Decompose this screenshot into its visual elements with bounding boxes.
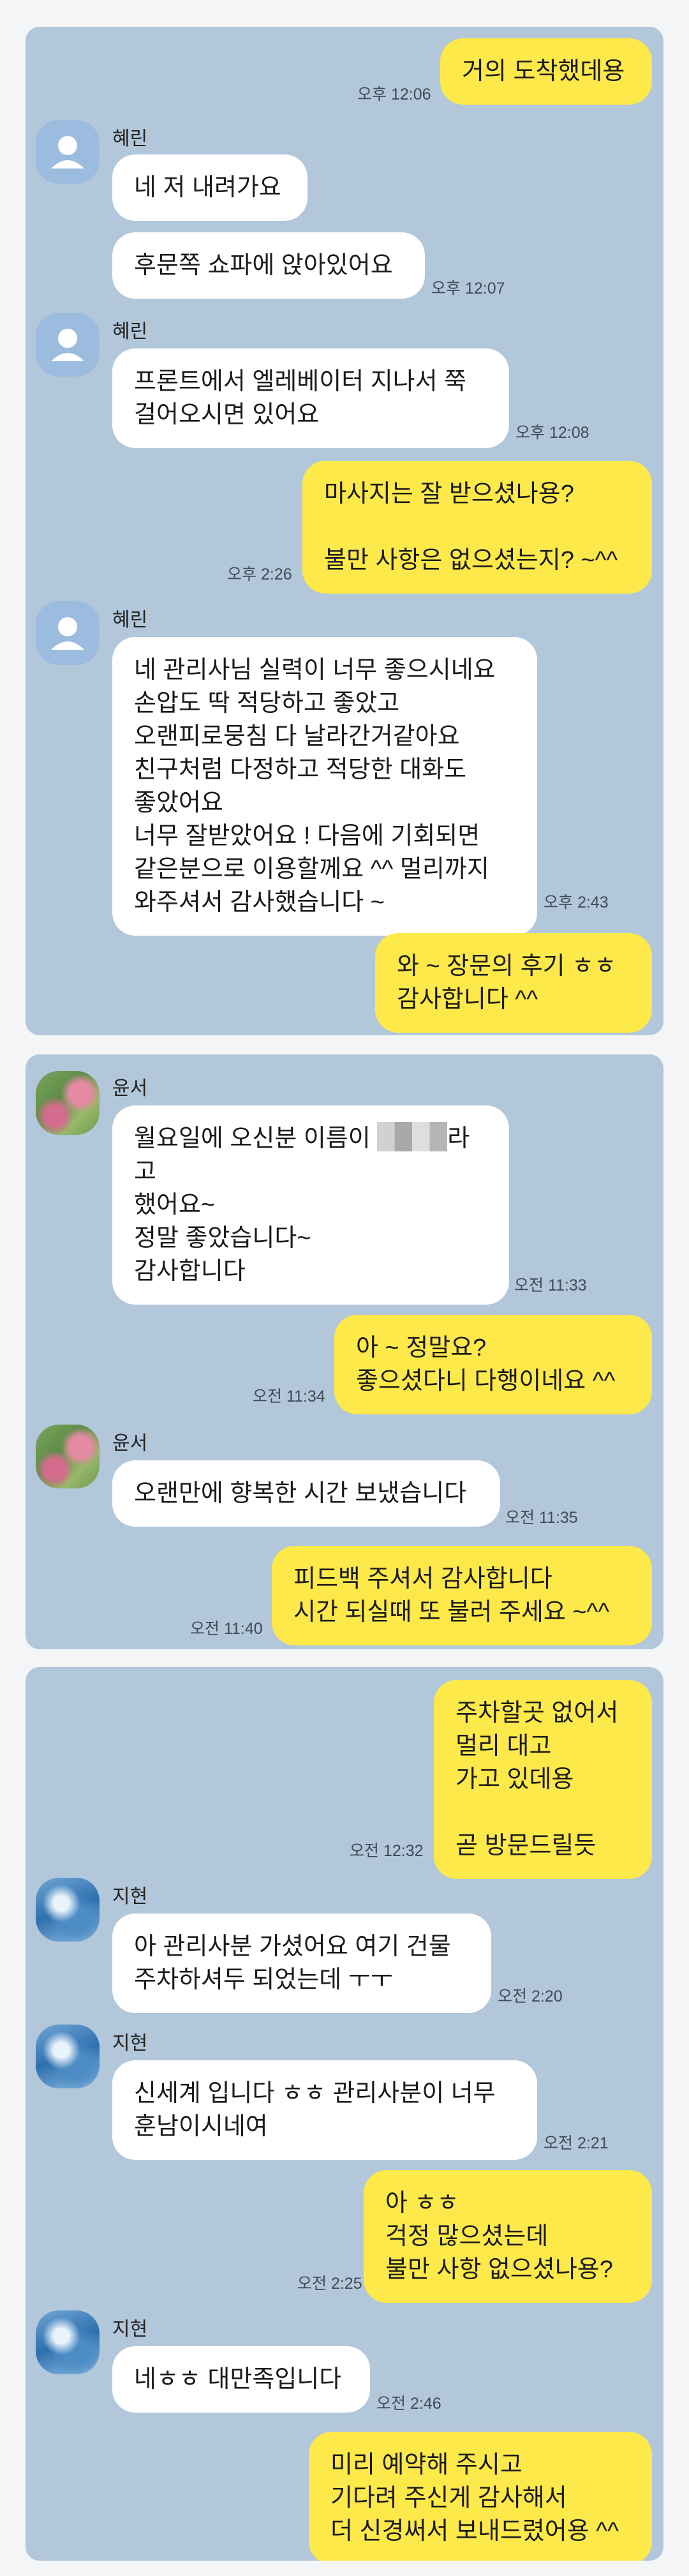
message-time: 오전 11:35 xyxy=(505,1509,578,1527)
sender-name: 지현 xyxy=(112,2319,148,2340)
sender-name: 윤서 xyxy=(112,1078,148,1099)
message-bubble-incoming[interactable]: 오랜만에 향복한 시간 보냈습니다 xyxy=(112,1460,500,1527)
message-bubble-outgoing[interactable]: 아 ~ 정말요? 좋으셨다니 다행이네요 ^^ xyxy=(334,1315,652,1414)
message-bubble-incoming[interactable]: 네 저 내려가요 xyxy=(112,154,307,221)
avatar[interactable] xyxy=(36,1425,100,1488)
person-icon xyxy=(51,617,84,650)
message-time: 오후 2:43 xyxy=(544,894,609,911)
message-bubble-incoming[interactable]: 월요일에 오신분 이름이 라고 했어요~ 정말 좋았습니다~ 감사합니다 xyxy=(112,1105,509,1305)
sender-name: 지현 xyxy=(112,2033,148,2054)
message-bubble-incoming[interactable]: 네 관리사님 실력이 너무 좋으시네요 손압도 딱 적당하고 좋았고 오랜피로뭉… xyxy=(112,637,537,936)
message-bubble-outgoing[interactable]: 와 ~ 장문의 후기 ㅎㅎ 감사합니다 ^^ xyxy=(375,933,652,1033)
message-time: 오전 11:33 xyxy=(514,1277,587,1294)
message-bubble-outgoing[interactable]: 피드백 주셔서 감사합니다 시간 되실때 또 불러 주세요 ~^^ xyxy=(272,1546,652,1645)
chat-panel-2: 윤서 월요일에 오신분 이름이 라고 했어요~ 정말 좋았습니다~ 감사합니다 … xyxy=(26,1054,663,1649)
message-bubble-outgoing[interactable]: 미리 예약해 주시고 기다려 주신게 감사해서 더 신경써서 보내드렸어용 ^^ xyxy=(309,2432,652,2561)
message-bubble-incoming[interactable]: 후문쪽 쇼파에 앉아있어요 xyxy=(112,232,425,299)
message-bubble-incoming[interactable]: 신세계 입니다 ㅎㅎ 관리사분이 너무 훈남이시네여 xyxy=(112,2060,537,2160)
message-bubble-outgoing[interactable]: 거의 도착했데용 xyxy=(440,38,652,105)
avatar[interactable] xyxy=(36,2310,100,2374)
message-time: 오후 2:26 xyxy=(227,565,292,583)
blurred-name xyxy=(377,1122,448,1151)
message-time: 오전 2:21 xyxy=(544,2134,609,2152)
message-time: 오후 12:06 xyxy=(357,86,431,103)
person-icon xyxy=(51,329,84,361)
sender-name: 윤서 xyxy=(112,1433,148,1454)
message-bubble-outgoing[interactable]: 주차할곳 없어서 멀리 대고 가고 있데용 곧 방문드릴듯 xyxy=(434,1680,652,1879)
avatar[interactable] xyxy=(36,1878,100,1942)
sender-name: 혜린 xyxy=(112,610,148,631)
message-time: 오후 12:07 xyxy=(431,280,505,297)
sender-name: 혜린 xyxy=(112,128,148,149)
sender-name: 혜린 xyxy=(112,321,148,342)
message-bubble-outgoing[interactable]: 마사지는 잘 받으셨나용? 불만 사항은 없으셨는지? ~^^ xyxy=(302,461,652,594)
message-time: 오전 12:32 xyxy=(350,1842,424,1860)
message-time: 오후 12:08 xyxy=(515,424,589,442)
message-text: 월요일에 오신분 이름이 xyxy=(134,1125,378,1152)
avatar[interactable] xyxy=(36,2025,100,2088)
message-bubble-incoming[interactable]: 네ㅎㅎ 대만족입니다 xyxy=(112,2346,370,2413)
message-time: 오전 11:34 xyxy=(253,1388,325,1405)
chat-panel-3: 주차할곳 없어서 멀리 대고 가고 있데용 곧 방문드릴듯 오전 12:32 지… xyxy=(26,1667,663,2561)
sender-name: 지현 xyxy=(112,1886,148,1907)
avatar[interactable] xyxy=(36,1071,100,1135)
message-bubble-incoming[interactable]: 프론트에서 엘레베이터 지나서 쭉 걸어오시면 있어요 xyxy=(112,348,509,448)
message-bubble-incoming[interactable]: 아 관리사분 가셨어요 여기 건물 주차하셔두 되었는데 ㅜㅜ xyxy=(112,1913,491,2013)
message-time: 오전 2:20 xyxy=(498,1988,563,2005)
avatar[interactable] xyxy=(36,120,100,184)
message-time: 오전 2:25 xyxy=(297,2275,362,2293)
message-time: 오전 11:40 xyxy=(190,1620,263,1638)
chat-panel-1: 거의 도착했데용 오후 12:06 혜린 네 저 내려가요 후문쪽 쇼파에 앉아… xyxy=(26,27,663,1035)
message-time: 오전 2:46 xyxy=(376,2395,441,2413)
avatar[interactable] xyxy=(36,601,100,665)
avatar[interactable] xyxy=(36,313,100,377)
person-icon xyxy=(51,136,84,168)
message-bubble-outgoing[interactable]: 아 ㅎㅎ 걱정 많으셨는데 불만 사항 없으셨나용? xyxy=(364,2170,652,2303)
